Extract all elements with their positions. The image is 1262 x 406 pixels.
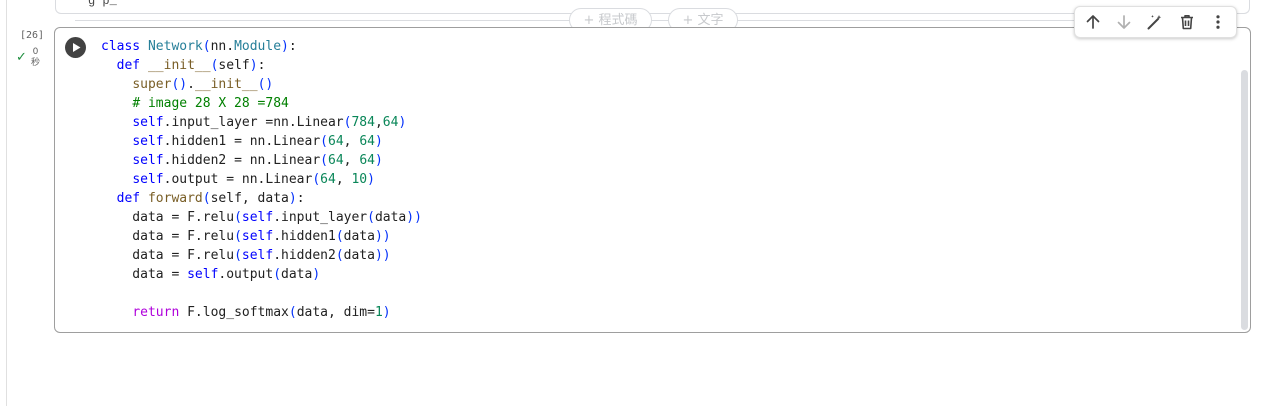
editor-scrollbar[interactable] bbox=[1238, 28, 1250, 332]
code-line: self.hidden2 = nn.Linear(64, 64) bbox=[132, 153, 383, 168]
edit-cell-button[interactable] bbox=[1142, 9, 1168, 35]
execution-duration: 0 秒 bbox=[31, 47, 40, 69]
run-cell-button[interactable] bbox=[65, 37, 86, 58]
success-check-icon: ✓ bbox=[16, 50, 27, 65]
code-line: # image 28 X 28 =784 bbox=[132, 96, 289, 111]
delete-cell-button[interactable] bbox=[1174, 9, 1200, 35]
code-line: return F.log_softmax(data, dim=1) bbox=[132, 305, 391, 320]
arrow-down-icon bbox=[1117, 15, 1131, 29]
insert-cell-divider bbox=[75, 20, 1235, 21]
code-line: data = self.output(data) bbox=[101, 267, 321, 282]
notebook-left-rule bbox=[6, 0, 7, 406]
previous-cell[interactable]: g p_ bbox=[55, 0, 1250, 14]
more-actions-button[interactable] bbox=[1205, 9, 1231, 35]
more-vert-icon bbox=[1216, 15, 1220, 29]
cell-toolbar bbox=[1074, 6, 1237, 38]
code-line: self.output = nn.Linear(64, 10) bbox=[132, 172, 375, 187]
move-cell-down-button[interactable] bbox=[1111, 9, 1137, 35]
execution-duration-value: 0 bbox=[32, 47, 39, 57]
code-line: self.hidden1 = nn.Linear(64, 64) bbox=[132, 134, 383, 149]
code-line: data = F.relu(self.hidden2(data)) bbox=[101, 248, 391, 263]
code-line: class Network(nn.Module): bbox=[101, 39, 297, 54]
code-line: data = F.relu(self.hidden1(data)) bbox=[101, 229, 391, 244]
code-line: self.input_layer =nn.Linear(784,64) bbox=[132, 115, 407, 130]
code-line: super().__init__() bbox=[132, 77, 274, 92]
code-line: def forward(self, data): bbox=[116, 191, 305, 206]
execution-duration-unit: 秒 bbox=[31, 58, 41, 68]
editor-scrollbar-thumb[interactable] bbox=[1241, 70, 1248, 330]
code-line: def __init__(self): bbox=[116, 58, 266, 73]
magic-wand-icon bbox=[1147, 15, 1162, 30]
execution-count: [26] bbox=[20, 30, 45, 41]
previous-cell-text: g p_ bbox=[88, 0, 117, 8]
code-line: data = F.relu(self.input_layer(data)) bbox=[101, 210, 422, 225]
trash-icon bbox=[1180, 15, 1193, 30]
code-editor[interactable]: class Network(nn.Module): def __init__(s… bbox=[101, 37, 422, 322]
move-cell-up-button[interactable] bbox=[1080, 9, 1106, 35]
code-cell[interactable]: class Network(nn.Module): def __init__(s… bbox=[54, 27, 1251, 333]
play-icon bbox=[73, 43, 81, 52]
arrow-up-icon bbox=[1086, 15, 1100, 29]
